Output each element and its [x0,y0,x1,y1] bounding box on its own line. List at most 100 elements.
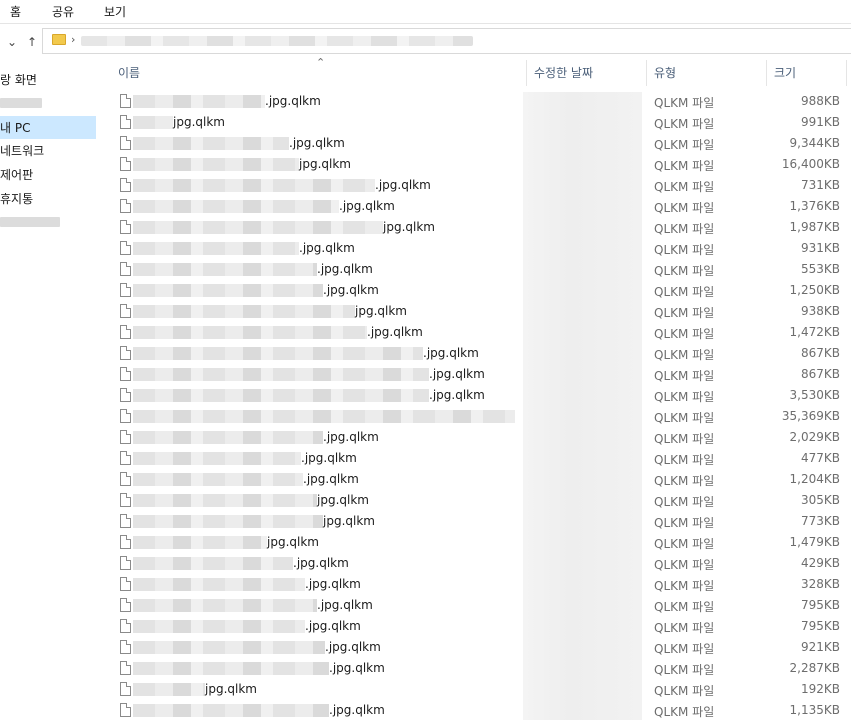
file-name-suffix: .jpg.qlkm [293,556,349,570]
file-row[interactable]: .jpg.qlkm QLKM 파일 3,530KB [103,385,851,406]
file-row[interactable]: .jpg.qlkm QLKM 파일 795KB [103,595,851,616]
column-header-name[interactable]: 이름 [118,64,140,81]
up-arrow-icon[interactable]: ↑ [25,34,39,50]
file-type: QLKM 파일 [654,243,715,257]
file-icon [120,640,131,654]
file-name-redacted [133,599,317,612]
file-name-suffix: .jpg.qlkm [375,178,431,192]
file-size: 1,479KB [789,535,840,549]
file-size: 35,369KB [781,409,840,423]
file-size: 795KB [800,598,840,612]
column-header-type[interactable]: 유형 [654,64,676,81]
address-bar[interactable]: › [42,28,851,54]
file-row[interactable]: jpg.qlkm QLKM 파일 1,987KB [103,217,851,238]
file-type: QLKM 파일 [654,600,715,614]
file-size: 731KB [800,178,840,192]
file-type: QLKM 파일 [654,474,715,488]
file-row[interactable]: jpg.qlkm QLKM 파일 16,400KB [103,154,851,175]
file-name-suffix: .jpg.qlkm [429,367,485,381]
sidebar-item-recycle-bin[interactable]: 휴지통 [0,187,96,210]
tab-home[interactable]: 홈 [10,3,21,20]
tab-view[interactable]: 보기 [104,3,126,20]
file-name-redacted [133,347,423,360]
file-name-redacted [133,284,323,297]
file-row[interactable]: .jpg.qlkm QLKM 파일 477KB [103,448,851,469]
file-row[interactable]: jpg.qlkm QLKM 파일 305KB [103,490,851,511]
file-row[interactable]: .jpg.qlkm QLKM 파일 867KB [103,364,851,385]
file-row[interactable]: jpg.qlkm QLKM 파일 1,479KB [103,532,851,553]
file-type: QLKM 파일 [654,432,715,446]
file-type: QLKM 파일 [654,411,715,425]
file-type: QLKM 파일 [654,180,715,194]
file-row[interactable]: QLKM 파일 35,369KB [103,406,851,427]
file-type: QLKM 파일 [654,264,715,278]
column-divider[interactable] [846,60,847,86]
file-size: 2,029KB [789,430,840,444]
tab-share[interactable]: 공유 [52,3,74,20]
file-row[interactable]: .jpg.qlkm QLKM 파일 1,204KB [103,469,851,490]
file-name-redacted [133,242,299,255]
column-header-size[interactable]: 크기 [774,64,796,81]
file-row[interactable]: jpg.qlkm QLKM 파일 192KB [103,679,851,700]
file-type: QLKM 파일 [654,285,715,299]
sidebar-item-this-pc[interactable]: 내 PC [0,116,96,139]
file-name-redacted [133,326,367,339]
file-size: 16,400KB [781,157,840,171]
sidebar-item-redacted[interactable] [0,98,42,108]
file-row[interactable]: jpg.qlkm QLKM 파일 938KB [103,301,851,322]
sidebar-item-label: 랑 화면 [0,73,37,87]
file-row[interactable]: .jpg.qlkm QLKM 파일 867KB [103,343,851,364]
folder-icon [52,34,66,45]
file-name-suffix: jpg.qlkm [317,493,369,507]
file-row[interactable]: jpg.qlkm QLKM 파일 991KB [103,112,851,133]
column-header-date[interactable]: 수정한 날짜 [534,64,593,81]
navigation-pane: 랑 화면 내 PC 네트워크 제어판 휴지통 [0,60,100,720]
file-name-redacted [133,683,205,696]
file-size: 931KB [800,241,840,255]
column-divider[interactable] [526,60,527,86]
recent-locations-chevron-icon[interactable]: ⌄ [5,34,19,50]
file-row[interactable]: jpg.qlkm QLKM 파일 773KB [103,511,851,532]
file-icon [120,115,131,129]
file-name-redacted [133,116,173,129]
file-type: QLKM 파일 [654,705,715,719]
sidebar-item-network[interactable]: 네트워크 [0,139,96,162]
file-size: 553KB [800,262,840,276]
file-size: 795KB [800,619,840,633]
sidebar-item-redacted[interactable] [0,217,60,227]
file-row[interactable]: .jpg.qlkm QLKM 파일 988KB [103,91,851,112]
file-row[interactable]: .jpg.qlkm QLKM 파일 553KB [103,259,851,280]
breadcrumb-chevron-icon[interactable]: › [71,33,75,46]
file-row[interactable]: .jpg.qlkm QLKM 파일 931KB [103,238,851,259]
file-row[interactable]: .jpg.qlkm QLKM 파일 921KB [103,637,851,658]
file-row[interactable]: .jpg.qlkm QLKM 파일 1,376KB [103,196,851,217]
file-row[interactable]: .jpg.qlkm QLKM 파일 1,472KB [103,322,851,343]
column-divider[interactable] [646,60,647,86]
file-type: QLKM 파일 [654,684,715,698]
file-name-suffix: .jpg.qlkm [429,388,485,402]
file-size: 328KB [800,577,840,591]
sidebar-item-control-panel[interactable]: 제어판 [0,163,96,186]
file-type: QLKM 파일 [654,138,715,152]
file-row[interactable]: .jpg.qlkm QLKM 파일 1,250KB [103,280,851,301]
file-row[interactable]: .jpg.qlkm QLKM 파일 1,135KB [103,700,851,720]
file-size: 867KB [800,346,840,360]
file-row[interactable]: .jpg.qlkm QLKM 파일 429KB [103,553,851,574]
ribbon-tabs: 홈 공유 보기 [0,0,851,24]
file-size: 1,204KB [789,472,840,486]
file-size: 1,250KB [789,283,840,297]
file-icon [120,619,131,633]
file-row[interactable]: .jpg.qlkm QLKM 파일 2,029KB [103,427,851,448]
column-divider[interactable] [766,60,767,86]
file-row[interactable]: .jpg.qlkm QLKM 파일 9,344KB [103,133,851,154]
file-row[interactable]: .jpg.qlkm QLKM 파일 328KB [103,574,851,595]
file-type: QLKM 파일 [654,117,715,131]
file-size: 1,987KB [789,220,840,234]
file-row[interactable]: .jpg.qlkm QLKM 파일 731KB [103,175,851,196]
file-row[interactable]: .jpg.qlkm QLKM 파일 795KB [103,616,851,637]
file-name-suffix: .jpg.qlkm [305,619,361,633]
file-row[interactable]: .jpg.qlkm QLKM 파일 2,287KB [103,658,851,679]
file-type: QLKM 파일 [654,663,715,677]
sidebar-item-desktop[interactable]: 랑 화면 [0,68,96,91]
file-name-suffix: jpg.qlkm [323,514,375,528]
